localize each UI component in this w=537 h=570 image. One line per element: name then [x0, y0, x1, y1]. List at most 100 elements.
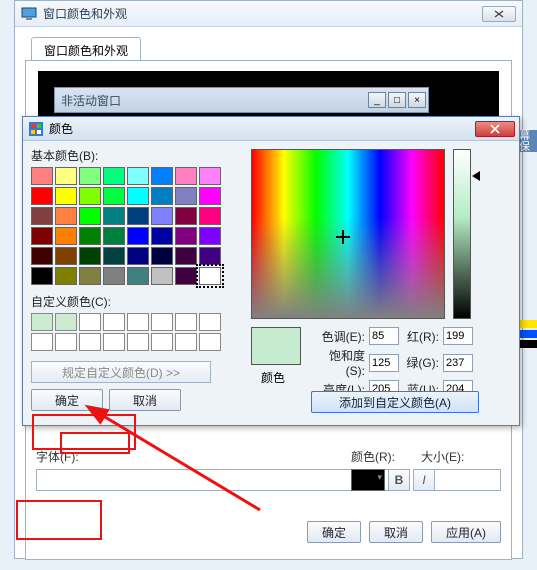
basic-color-swatch[interactable] [151, 247, 173, 265]
custom-color-swatch[interactable] [175, 333, 197, 351]
basic-color-swatch[interactable] [103, 267, 125, 285]
basic-color-swatch[interactable] [79, 227, 101, 245]
basic-color-swatch[interactable] [31, 247, 53, 265]
color-dropdown[interactable] [351, 469, 385, 491]
custom-color-swatch[interactable] [151, 313, 173, 331]
color-preview-swatch [251, 327, 301, 365]
basic-color-swatch[interactable] [127, 207, 149, 225]
green-input[interactable] [443, 354, 473, 372]
custom-color-swatch[interactable] [31, 313, 53, 331]
green-label: 绿(G): [399, 354, 443, 371]
basic-color-swatch[interactable] [127, 227, 149, 245]
basic-color-swatch[interactable] [55, 247, 77, 265]
basic-color-swatch[interactable] [31, 207, 53, 225]
red-input[interactable] [443, 327, 473, 345]
custom-color-swatch[interactable] [199, 333, 221, 351]
basic-color-swatch[interactable] [151, 267, 173, 285]
basic-color-swatch[interactable] [151, 207, 173, 225]
dialog-buttons: 确定 取消 应用(A) [307, 521, 501, 543]
basic-color-swatch[interactable] [151, 187, 173, 205]
basic-color-swatch[interactable] [55, 227, 77, 245]
basic-color-swatch[interactable] [175, 207, 197, 225]
basic-color-swatch[interactable] [31, 227, 53, 245]
preview-inactive-window: 非活动窗口 _ □ × [54, 87, 429, 113]
luminance-bar[interactable] [453, 149, 471, 319]
basic-color-swatch[interactable] [103, 247, 125, 265]
custom-color-swatch[interactable] [79, 313, 101, 331]
custom-color-swatch[interactable] [55, 313, 77, 331]
add-custom-button[interactable]: 添加到自定义颜色(A) [311, 391, 479, 413]
basic-color-swatch[interactable] [79, 167, 101, 185]
italic-button[interactable]: I [413, 469, 435, 491]
basic-color-swatch[interactable] [103, 167, 125, 185]
basic-color-swatch[interactable] [127, 187, 149, 205]
apply-button[interactable]: 应用(A) [431, 521, 501, 543]
custom-color-swatch[interactable] [79, 333, 101, 351]
tab-appearance[interactable]: 窗口颜色和外观 [31, 37, 141, 61]
basic-color-swatch[interactable] [175, 227, 197, 245]
basic-color-swatch[interactable] [151, 227, 173, 245]
color-dialog: 颜色 基本颜色(B): 自定义颜色(C): 规定自定义颜色(D) >> 确定 取… [22, 116, 520, 426]
basic-color-swatch[interactable] [199, 207, 221, 225]
custom-color-swatch[interactable] [31, 333, 53, 351]
basic-color-swatch[interactable] [103, 207, 125, 225]
basic-color-swatch[interactable] [127, 247, 149, 265]
sat-label: 饱和度(S): [311, 347, 369, 378]
basic-color-swatch[interactable] [31, 267, 53, 285]
define-custom-button[interactable]: 规定自定义颜色(D) >> [31, 361, 211, 383]
custom-color-swatch[interactable] [127, 333, 149, 351]
hue-input[interactable] [369, 327, 399, 345]
basic-color-swatch[interactable] [199, 167, 221, 185]
color-close-button[interactable] [475, 121, 515, 137]
basic-color-swatch[interactable] [79, 187, 101, 205]
inactive-caption: 非活动窗口 [55, 92, 368, 109]
basic-color-swatch[interactable] [31, 167, 53, 185]
sat-input[interactable] [369, 354, 399, 372]
color-ok-button[interactable]: 确定 [31, 389, 103, 411]
custom-color-swatch[interactable] [199, 313, 221, 331]
color-gradient[interactable] [251, 149, 445, 319]
basic-color-swatch[interactable] [151, 167, 173, 185]
custom-color-swatch[interactable] [103, 333, 125, 351]
minimize-icon: _ [368, 92, 386, 108]
crosshair-icon [336, 230, 350, 244]
basic-color-swatch[interactable] [127, 167, 149, 185]
basic-color-swatch[interactable] [199, 267, 221, 285]
basic-color-swatch[interactable] [175, 187, 197, 205]
custom-color-swatch[interactable] [55, 333, 77, 351]
red-label: 红(R): [399, 328, 443, 345]
ok-button[interactable]: 确定 [307, 521, 361, 543]
basic-color-swatch[interactable] [175, 267, 197, 285]
bold-button[interactable]: B [388, 469, 410, 491]
basic-color-swatch[interactable] [55, 267, 77, 285]
basic-color-swatch[interactable] [79, 267, 101, 285]
basic-color-swatch[interactable] [199, 247, 221, 265]
basic-color-grid [31, 167, 241, 285]
basic-color-swatch[interactable] [103, 187, 125, 205]
custom-color-swatch[interactable] [103, 313, 125, 331]
close-button[interactable] [482, 6, 516, 22]
custom-color-swatch[interactable] [151, 333, 173, 351]
basic-color-swatch[interactable] [199, 227, 221, 245]
basic-color-swatch[interactable] [79, 247, 101, 265]
basic-color-swatch[interactable] [55, 207, 77, 225]
basic-color-swatch[interactable] [103, 227, 125, 245]
basic-color-swatch[interactable] [55, 187, 77, 205]
monitor-icon [21, 6, 37, 22]
basic-color-swatch[interactable] [55, 167, 77, 185]
color-cancel-button[interactable]: 取消 [109, 389, 181, 411]
basic-color-swatch[interactable] [175, 167, 197, 185]
basic-color-swatch[interactable] [31, 187, 53, 205]
basic-color-swatch[interactable] [127, 267, 149, 285]
basic-color-swatch[interactable] [175, 247, 197, 265]
color-row: 颜色(R): B I [351, 448, 501, 491]
hsv-rgb-fields: 色调(E): 红(R): 饱和度(S): 绿(G): 亮度(L): 蓝(U): [311, 327, 491, 400]
cancel-button[interactable]: 取消 [369, 521, 423, 543]
custom-color-swatch[interactable] [127, 313, 149, 331]
tabstrip: 窗口颜色和外观 [25, 37, 512, 61]
font-select[interactable] [36, 469, 403, 491]
basic-color-swatch[interactable] [79, 207, 101, 225]
basic-color-swatch[interactable] [199, 187, 221, 205]
color-label: 颜色(R): [351, 448, 501, 465]
custom-color-swatch[interactable] [175, 313, 197, 331]
